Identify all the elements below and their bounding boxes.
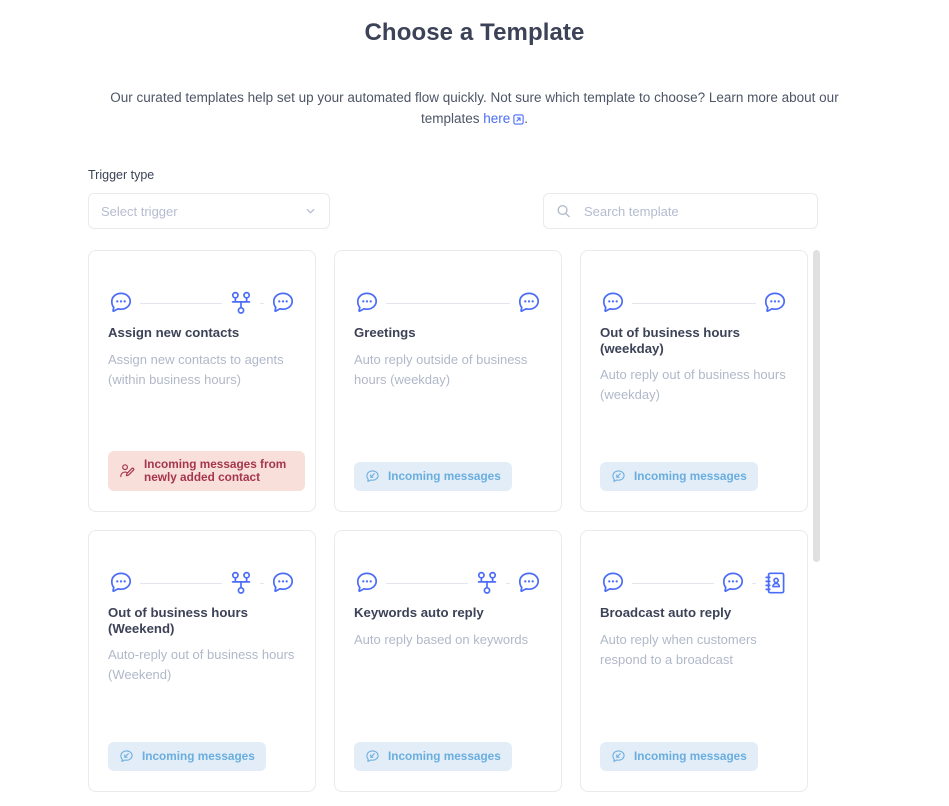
flow-connector-line xyxy=(140,302,222,304)
template-card-title: Out of business hours (Weekend) xyxy=(108,605,248,636)
chat-bubble-icon xyxy=(516,570,542,596)
template-card-badge-row: Incoming messages xyxy=(600,742,758,771)
trigger-badge: Incoming messages from newly added conta… xyxy=(108,451,305,491)
flow-connector-line xyxy=(752,582,756,584)
template-card-description: Auto reply based on keywords xyxy=(354,631,529,647)
person-edit-icon xyxy=(119,463,136,480)
template-card-badge-row: Incoming messages xyxy=(600,462,758,491)
chat-bubble-icon xyxy=(108,570,134,596)
template-flow-preview xyxy=(600,269,788,315)
flow-connector-line xyxy=(140,582,222,584)
search-template-box[interactable] xyxy=(543,193,818,229)
contact-book-icon xyxy=(762,570,788,596)
chat-bubble-icon xyxy=(354,290,380,316)
chat-bubble-icon xyxy=(270,290,296,316)
template-grid-container: Assign new contacts Assign new contacts t… xyxy=(88,250,828,806)
flow-connector-line xyxy=(632,582,714,584)
template-flow-preview xyxy=(354,269,542,315)
trigger-type-value: Select trigger xyxy=(101,203,178,219)
incoming-message-icon xyxy=(611,749,626,764)
subtitle-text: Our curated templates help set up your a… xyxy=(110,90,839,126)
flow-connector-line xyxy=(386,302,510,304)
flow-connector-line xyxy=(386,582,468,584)
chat-bubble-icon xyxy=(720,570,746,596)
chat-bubble-icon xyxy=(354,570,380,596)
choose-template-page: Choose a Template Our curated templates … xyxy=(0,0,949,806)
subtitle-period: . xyxy=(524,111,529,126)
template-card-title: Out of business hours (weekday) xyxy=(600,325,740,356)
template-card-title: Greetings xyxy=(354,325,416,340)
page-title: Choose a Template xyxy=(364,19,585,46)
trigger-badge-label: Incoming messages xyxy=(388,469,501,483)
chat-bubble-icon xyxy=(762,290,788,316)
trigger-badge-label: Incoming messages xyxy=(634,749,747,763)
template-flow-preview xyxy=(354,549,542,595)
template-card-badge-row: Incoming messages xyxy=(354,742,512,771)
trigger-badge: Incoming messages xyxy=(600,462,758,491)
trigger-badge-label: Incoming messages xyxy=(388,749,501,763)
template-card[interactable]: Out of business hours (weekday) Auto repl… xyxy=(580,250,808,512)
trigger-badge-label: Incoming messages from newly added conta… xyxy=(144,457,287,484)
template-flow-preview xyxy=(108,269,296,315)
scrollbar-thumb[interactable] xyxy=(813,250,820,562)
template-flow-preview xyxy=(108,549,296,595)
template-card-badge-row: Incoming messages xyxy=(108,742,266,771)
incoming-message-icon xyxy=(365,749,380,764)
trigger-badge: Incoming messages xyxy=(354,742,512,771)
trigger-badge-label: Incoming messages xyxy=(142,749,255,763)
filter-controls: Trigger type Select trigger xyxy=(88,168,818,229)
flow-connector-line xyxy=(260,302,264,304)
trigger-type-block: Trigger type Select trigger xyxy=(88,168,330,229)
incoming-message-icon xyxy=(611,469,626,484)
trigger-badge: Incoming messages xyxy=(600,742,758,771)
flow-connector-line xyxy=(632,302,756,304)
incoming-message-icon xyxy=(365,469,380,484)
template-card-badge-row: Incoming messages xyxy=(354,462,512,491)
chevron-down-icon xyxy=(304,205,317,218)
template-scrollbar[interactable] xyxy=(813,250,820,806)
template-flow-preview xyxy=(600,549,788,595)
chat-bubble-icon xyxy=(270,570,296,596)
flow-connector-line xyxy=(506,582,510,584)
chat-bubble-icon xyxy=(600,290,626,316)
trigger-type-select[interactable]: Select trigger xyxy=(88,193,330,229)
chat-bubble-icon xyxy=(600,570,626,596)
template-card[interactable]: Broadcast auto reply Auto reply when cust… xyxy=(580,530,808,792)
template-card[interactable]: Greetings Auto reply outside of business … xyxy=(334,250,562,512)
template-card-title: Broadcast auto reply xyxy=(600,605,732,620)
branch-icon xyxy=(228,290,254,316)
external-link-icon xyxy=(513,110,524,131)
template-card[interactable]: Out of business hours (Weekend) Auto-repl… xyxy=(88,530,316,792)
search-icon xyxy=(556,204,571,219)
trigger-badge: Incoming messages xyxy=(354,462,512,491)
flow-connector-line xyxy=(260,582,264,584)
branch-icon xyxy=(228,570,254,596)
chat-bubble-icon xyxy=(108,290,134,316)
incoming-message-icon xyxy=(119,749,134,764)
template-card-description: Auto reply outside of business hours (we… xyxy=(354,351,528,387)
trigger-badge: Incoming messages xyxy=(108,742,266,771)
template-card-description: Assign new contacts to agents (within bu… xyxy=(108,351,284,387)
template-card-title: Assign new contacts xyxy=(108,325,240,340)
search-input[interactable] xyxy=(582,202,805,220)
trigger-type-label: Trigger type xyxy=(88,168,155,182)
learn-more-link[interactable]: here xyxy=(483,111,510,126)
chat-bubble-icon xyxy=(516,290,542,316)
trigger-badge-label: Incoming messages xyxy=(634,469,747,483)
template-card-description: Auto reply when customers respond to a b… xyxy=(600,631,757,667)
template-grid: Assign new contacts Assign new contacts t… xyxy=(88,250,828,806)
template-card-description: Auto-reply out of business hours (Weeken… xyxy=(108,647,295,682)
template-card-description: Auto reply out of business hours (weekda… xyxy=(600,367,786,402)
branch-icon xyxy=(474,570,500,596)
page-subtitle: Our curated templates help set up your a… xyxy=(110,47,840,131)
template-card-title: Keywords auto reply xyxy=(354,605,484,620)
template-card[interactable]: Keywords auto reply Auto reply based on k… xyxy=(334,530,562,792)
template-card[interactable]: Assign new contacts Assign new contacts t… xyxy=(88,250,316,512)
template-card-badge-row: Incoming messages from newly added conta… xyxy=(108,451,305,491)
